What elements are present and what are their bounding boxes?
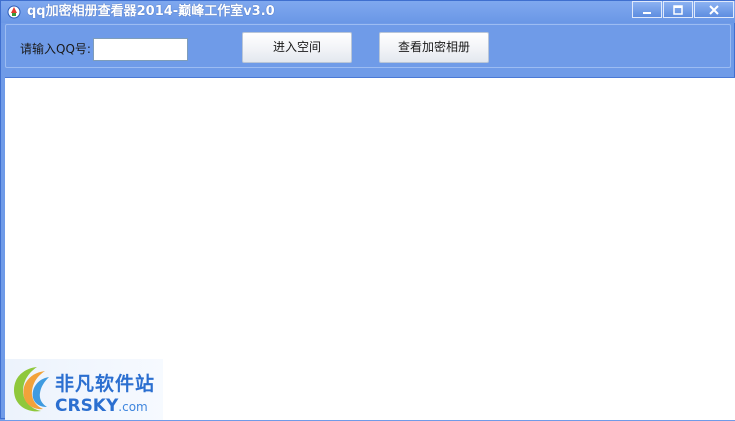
window-title: qq加密相册查看器2014-巅峰工作室v3.0 [27,4,275,19]
app-window: qq加密相册查看器2014-巅峰工作室v3.0 请输入QQ号: 进入空间 查看加… [0,0,735,420]
window-controls [632,1,734,18]
title-bar[interactable]: qq加密相册查看器2014-巅峰工作室v3.0 [1,1,735,23]
app-icon [7,4,21,19]
input-panel: 请输入QQ号: 进入空间 查看加密相册 [5,24,731,68]
watermark-brand: CRSKY [55,396,119,416]
qq-number-label: 请输入QQ号: [20,42,91,56]
close-button[interactable] [694,1,734,18]
enter-space-button[interactable]: 进入空间 [242,32,352,63]
watermark-domain: .com [118,400,148,414]
crsky-logo-icon [7,361,55,421]
maximize-button[interactable] [663,1,693,18]
qq-number-input[interactable] [93,38,188,61]
close-icon [709,4,719,15]
watermark-english-text: CRSKY.com [55,396,148,416]
watermark-chinese-text: 非凡软件站 [55,373,156,395]
minimize-icon [643,11,651,14]
view-encrypted-album-button[interactable]: 查看加密相册 [379,32,489,63]
minimize-button[interactable] [632,1,662,18]
maximize-icon [673,4,683,15]
watermark: 非凡软件站 CRSKY.com [5,359,163,420]
